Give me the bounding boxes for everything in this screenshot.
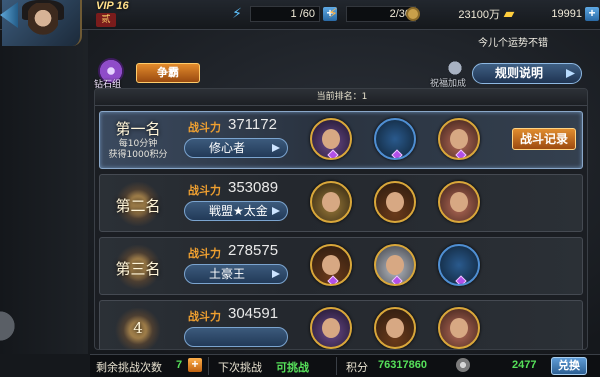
lady-warrior-avatar[interactable] bbox=[310, 118, 352, 160]
silver-coin-icon bbox=[456, 358, 470, 372]
coin-resource: 23100万 bbox=[406, 5, 500, 23]
warrior-avatar[interactable] bbox=[310, 244, 352, 286]
gem-icon bbox=[391, 149, 403, 158]
monk-avatar[interactable] bbox=[438, 118, 480, 160]
gem-icon bbox=[327, 149, 339, 158]
contend-button[interactable]: 争霸 bbox=[136, 63, 200, 83]
ingot-resource: ▰ 19991 + bbox=[500, 5, 599, 23]
ranking-row-1: 第一名 每10分钟 获得1000积分 战斗力 371172 修心者 战斗记录 bbox=[99, 111, 583, 169]
avatar-face bbox=[322, 255, 340, 275]
exchange-button[interactable]: 兑换 bbox=[551, 357, 587, 375]
player-name: 戦盟★太金 bbox=[209, 204, 268, 218]
fortune-text: 今儿个运势不错 bbox=[478, 38, 548, 49]
energy-value: 1 /60 bbox=[250, 6, 320, 22]
points-value: 76317860 bbox=[378, 359, 427, 371]
general-avatar[interactable] bbox=[310, 181, 352, 223]
rank-title: 第二名 bbox=[115, 197, 161, 215]
arena-ranking-screen: VIP 16 贰 ⚡ 1 /60 + ⚡ 2/30 23100万 ▰ 19991… bbox=[0, 0, 600, 377]
silver-value: 2477 bbox=[512, 359, 537, 371]
portrait-face bbox=[28, 3, 58, 41]
points-label: 积分 bbox=[346, 361, 368, 374]
ranking-row-3: 第三名 战斗力 278575 土豪王 bbox=[99, 237, 583, 295]
power-label: 战斗力 bbox=[188, 310, 221, 323]
avatar-face bbox=[386, 255, 404, 275]
gem-icon bbox=[455, 275, 467, 284]
coin-value: 23100万 bbox=[458, 9, 500, 21]
next-challenge-value: 可挑战 bbox=[276, 362, 309, 374]
rank-reward-line-1: 每10分钟 bbox=[118, 139, 158, 149]
beast-avatar[interactable] bbox=[374, 118, 416, 160]
rank-area: 第二名 bbox=[100, 175, 176, 233]
rules-button-label: 规则说明 bbox=[495, 66, 544, 80]
divider bbox=[208, 357, 209, 375]
rank-title: 4 bbox=[133, 319, 143, 337]
power-value: 371172 bbox=[228, 116, 277, 133]
ingot-value: 19991 bbox=[551, 8, 582, 20]
chevron-right-icon bbox=[566, 69, 575, 78]
chevron-right-icon bbox=[272, 270, 280, 278]
stamina-resource: ⚡ 2/30 bbox=[324, 5, 416, 23]
player-name: 土豪王 bbox=[209, 267, 246, 281]
player-name-button[interactable]: 修心者 bbox=[184, 138, 288, 158]
avatar-face bbox=[386, 192, 404, 212]
avatar-face bbox=[450, 318, 468, 338]
coin-icon bbox=[406, 7, 420, 21]
player-name-button[interactable]: 戦盟★太金 bbox=[184, 201, 288, 221]
add-challenges-button[interactable]: + bbox=[188, 358, 202, 372]
gem-icon bbox=[455, 149, 467, 158]
power-label: 战斗力 bbox=[188, 247, 221, 260]
beast-avatar[interactable] bbox=[438, 244, 480, 286]
chevron-right-icon bbox=[272, 144, 280, 152]
avatar-face bbox=[386, 318, 404, 338]
warrior-avatar[interactable] bbox=[374, 181, 416, 223]
remaining-challenges-value: 7 bbox=[176, 359, 183, 371]
power-value: 304591 bbox=[228, 305, 279, 322]
power-value: 353089 bbox=[228, 179, 279, 196]
monk-avatar[interactable] bbox=[438, 181, 480, 223]
rank-area: 4 bbox=[100, 301, 176, 349]
avatar-face bbox=[322, 192, 340, 212]
ranking-row-4: 4 战斗力 304591 bbox=[99, 300, 583, 349]
lady-avatar[interactable] bbox=[310, 307, 352, 349]
gem-icon bbox=[391, 275, 403, 284]
divider bbox=[336, 357, 337, 375]
ranking-panel: 当前排名：1 第一名 每10分钟 获得1000积分 战斗力 371172 修心者… bbox=[94, 88, 588, 350]
vip-level: VIP 16 bbox=[96, 0, 129, 12]
rank-reward-line-2: 获得1000积分 bbox=[108, 150, 168, 160]
avatar-face bbox=[322, 129, 340, 149]
bottom-status-bar: 剩余挑战次数 7 + 下次挑战 可挑战 积分 76317860 2477 兑换 bbox=[90, 354, 600, 377]
stamina-icon: ⚡ bbox=[328, 6, 338, 22]
remaining-challenges-label: 剩余挑战次数 bbox=[96, 361, 162, 374]
gold-ingot-icon: ▰ bbox=[503, 6, 515, 22]
current-rank-text: 当前排名：1 bbox=[95, 89, 587, 106]
rank-area: 第三名 bbox=[100, 238, 176, 296]
player-name-button[interactable]: 土豪王 bbox=[184, 264, 288, 284]
battle-record-button[interactable]: 战斗记录 bbox=[512, 128, 576, 150]
white-haired-avatar[interactable] bbox=[374, 244, 416, 286]
power-label: 战斗力 bbox=[188, 184, 221, 197]
avatar-face bbox=[322, 318, 340, 338]
ranking-row-2: 第二名 战斗力 353089 戦盟★太金 bbox=[99, 174, 583, 232]
next-challenge-label: 下次挑战 bbox=[218, 361, 262, 374]
power-label: 战斗力 bbox=[188, 121, 221, 134]
energy-icon: ⚡ bbox=[232, 6, 242, 22]
warrior-avatar[interactable] bbox=[374, 307, 416, 349]
side-decoration bbox=[0, 296, 20, 356]
rank-title: 第三名 bbox=[115, 260, 161, 278]
rank-title: 第一名 bbox=[115, 120, 161, 138]
add-ingot-button[interactable]: + bbox=[585, 7, 599, 21]
energy-resource: ⚡ 1 /60 + bbox=[228, 5, 337, 23]
rules-button[interactable]: 规则说明 bbox=[472, 63, 582, 84]
rank-area: 第一名 每10分钟 获得1000积分 bbox=[100, 112, 176, 170]
chevron-right-icon bbox=[272, 207, 280, 215]
gem-icon bbox=[327, 275, 339, 284]
avatar-face bbox=[450, 129, 468, 149]
monk-avatar[interactable] bbox=[438, 307, 480, 349]
player-name-button[interactable] bbox=[184, 327, 288, 347]
rank-badge: 贰 bbox=[96, 13, 116, 27]
player-name: 修心者 bbox=[209, 141, 246, 155]
avatar-face bbox=[450, 192, 468, 212]
power-value: 278575 bbox=[228, 242, 279, 259]
blessing-icon[interactable] bbox=[444, 56, 466, 76]
